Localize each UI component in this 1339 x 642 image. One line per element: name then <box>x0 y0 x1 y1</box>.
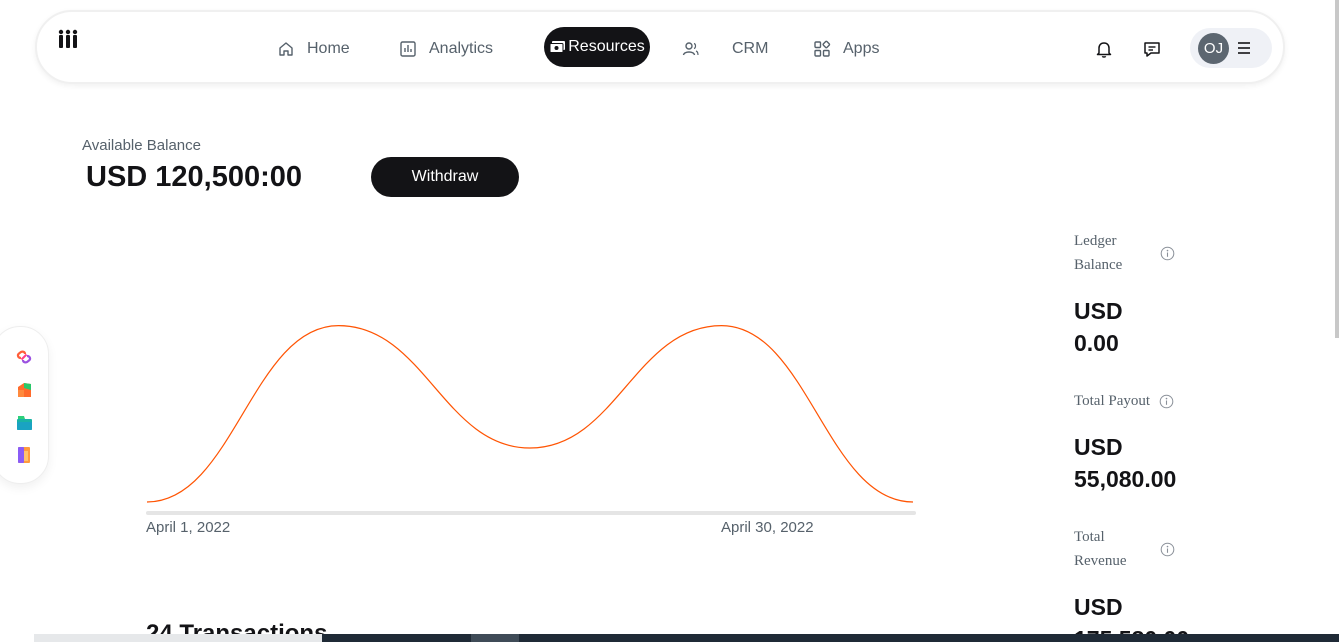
apps-icon <box>814 40 831 57</box>
home-icon <box>279 42 293 56</box>
taskbar-search[interactable] <box>34 634 322 642</box>
user-menu[interactable]: OJ <box>1190 28 1272 68</box>
chart-series-line <box>146 324 914 503</box>
invoicing-icon[interactable] <box>14 445 34 465</box>
nav-analytics-label: Analytics <box>429 40 494 57</box>
analytics-icon <box>400 41 416 57</box>
chart-end-date: April 30, 2022 <box>721 519 814 536</box>
message-icon[interactable] <box>1142 39 1162 59</box>
total-payout-label: Total Payout <box>1074 393 1151 409</box>
crm-icon <box>682 42 699 56</box>
mainstack-logo-icon[interactable] <box>58 29 80 49</box>
total-payout-info-icon[interactable] <box>1159 394 1174 409</box>
nav-crm-label: CRM <box>732 40 769 57</box>
taskbar-app-tile[interactable] <box>471 634 519 642</box>
link-in-bio-icon[interactable] <box>14 347 34 367</box>
available-balance-label: Available Balance <box>82 137 201 154</box>
chart-start-date: April 1, 2022 <box>146 519 231 536</box>
nav-resources-label: Resources <box>568 38 645 55</box>
ledger-balance-info-icon[interactable] <box>1160 246 1175 261</box>
store-icon[interactable] <box>14 380 34 400</box>
hamburger-menu-icon[interactable] <box>1236 40 1252 56</box>
resources-icon <box>549 41 566 53</box>
chart-x-axis <box>146 511 916 515</box>
nav-apps-label: Apps <box>843 40 880 57</box>
nav-analytics[interactable]: Analytics <box>399 29 493 69</box>
withdraw-button[interactable]: Withdraw <box>371 157 519 197</box>
total-revenue-info-icon[interactable] <box>1160 542 1175 557</box>
app-sidebar <box>0 326 49 484</box>
page-scrollbar[interactable] <box>1335 0 1339 338</box>
total-revenue-label: Total Revenue <box>1074 529 1127 569</box>
nav-home[interactable]: Home <box>277 29 350 69</box>
ledger-balance-value: USD 0.00 <box>1074 298 1123 356</box>
total-payout-value: USD 55,080.00 <box>1074 434 1177 492</box>
avatar[interactable]: OJ <box>1198 33 1229 64</box>
available-balance-value: USD 120,500:00 <box>86 161 303 193</box>
bell-icon[interactable] <box>1094 39 1114 59</box>
nav-crm[interactable]: CRM <box>682 29 768 69</box>
media-kit-icon[interactable] <box>14 413 34 433</box>
nav-home-label: Home <box>307 40 350 57</box>
ledger-balance-label: Ledger Balance <box>1074 233 1123 273</box>
nav-resources[interactable]: Resources <box>544 27 650 67</box>
nav-apps[interactable]: Apps <box>813 29 879 69</box>
top-navigation: Home Analytics Resources CRM Apps OJ <box>35 10 1285 84</box>
